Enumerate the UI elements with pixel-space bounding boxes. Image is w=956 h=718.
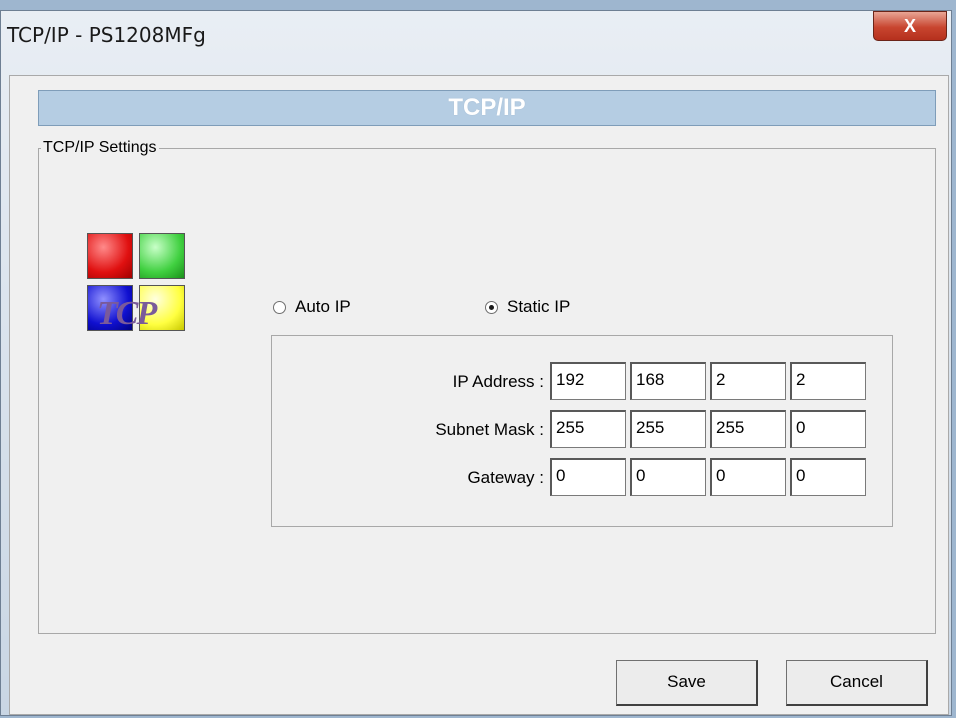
- auto-ip-label: Auto IP: [295, 297, 351, 316]
- logo-green-square: [139, 233, 185, 279]
- static-ip-label: Static IP: [507, 297, 571, 316]
- close-button[interactable]: X: [873, 11, 947, 41]
- dialog-window: TCP/IP - PS1208MFg X TCP/IP TCP/IP Setti…: [0, 10, 952, 716]
- gateway-octet-2[interactable]: 0: [630, 458, 706, 496]
- gateway-label: Gateway :: [467, 468, 544, 487]
- radio-unchecked-icon[interactable]: [273, 300, 286, 314]
- tcp-logo-icon: TCP: [87, 233, 189, 332]
- subnet-mask-label: Subnet Mask :: [435, 420, 544, 439]
- section-header: TCP/IP: [38, 90, 936, 126]
- ip-address-label: IP Address :: [452, 372, 544, 391]
- radio-checked-icon[interactable]: [485, 300, 498, 314]
- ip-address-octet-1[interactable]: 192: [550, 362, 626, 400]
- dialog-client-area: TCP/IP TCP/IP Settings TCP Auto IP Stati…: [9, 75, 949, 715]
- subnet-mask-octet-3[interactable]: 255: [710, 410, 786, 448]
- auto-ip-radio[interactable]: Auto IP: [273, 297, 351, 317]
- subnet-mask-octet-2[interactable]: 255: [630, 410, 706, 448]
- tcpip-settings-group: TCP/IP Settings TCP Auto IP Static IP IP…: [38, 139, 936, 634]
- cancel-button[interactable]: Cancel: [786, 660, 928, 706]
- subnet-mask-octet-1[interactable]: 255: [550, 410, 626, 448]
- gateway-octet-1[interactable]: 0: [550, 458, 626, 496]
- static-ip-radio[interactable]: Static IP: [485, 297, 570, 317]
- close-icon: X: [903, 16, 916, 36]
- logo-red-square: [87, 233, 133, 279]
- ip-settings-panel: IP Address : 192 168 2 2 Subnet Mask : 2…: [271, 335, 893, 527]
- subnet-mask-octet-4[interactable]: 0: [790, 410, 866, 448]
- ip-address-octet-4[interactable]: 2: [790, 362, 866, 400]
- gateway-octet-4[interactable]: 0: [790, 458, 866, 496]
- ip-address-octet-2[interactable]: 168: [630, 362, 706, 400]
- gateway-octet-3[interactable]: 0: [710, 458, 786, 496]
- save-button[interactable]: Save: [616, 660, 758, 706]
- logo-text: TCP: [97, 295, 157, 332]
- window-title: TCP/IP - PS1208MFg: [7, 23, 206, 47]
- ip-address-octet-3[interactable]: 2: [710, 362, 786, 400]
- group-legend: TCP/IP Settings: [41, 139, 159, 157]
